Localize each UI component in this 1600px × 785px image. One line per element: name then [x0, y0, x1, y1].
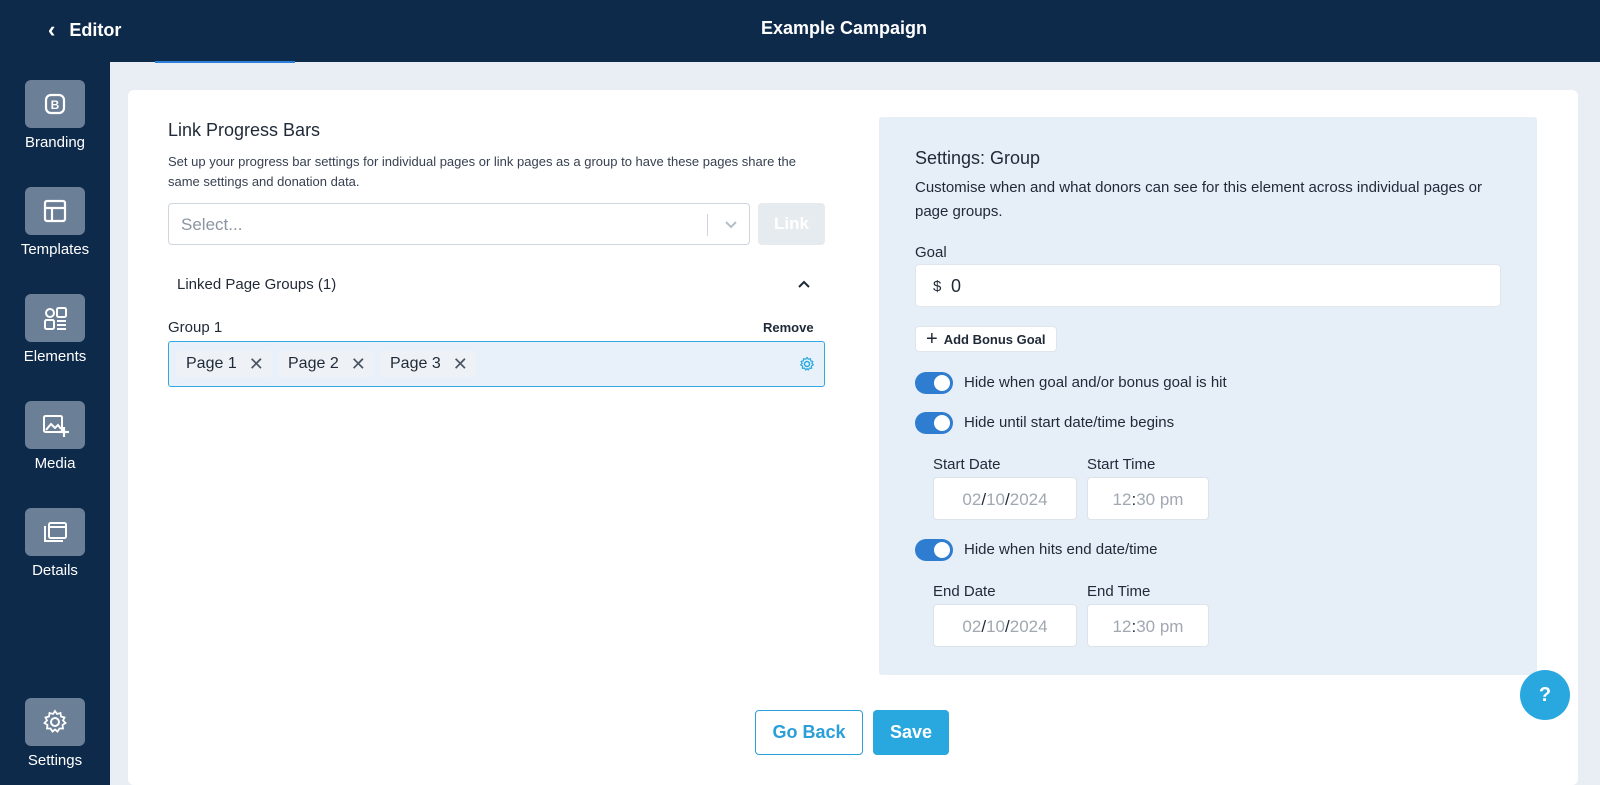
toggle-hide-until-start[interactable]: [915, 412, 953, 434]
section-description: Set up your progress bar settings for in…: [168, 154, 796, 189]
toggle-hide-end[interactable]: [915, 539, 953, 561]
media-icon: [25, 401, 85, 449]
close-icon[interactable]: ✕: [453, 355, 468, 373]
page-tag-label: Page 1: [186, 355, 237, 372]
toggle-label: Hide when hits end date/time: [964, 541, 1158, 558]
toggle-label: Hide when goal and/or bonus goal is hit: [964, 374, 1227, 391]
active-tab-indicator: [155, 61, 295, 63]
end-time-input[interactable]: 12:30 pm: [1087, 604, 1209, 647]
chevron-down-icon[interactable]: [721, 214, 741, 234]
end-minute: 30: [1136, 617, 1156, 636]
templates-icon: [25, 187, 85, 235]
start-date-input[interactable]: 02/10/2024: [933, 477, 1077, 520]
start-month: 10: [986, 490, 1005, 509]
page-tag: Page 2 ✕: [278, 351, 374, 377]
add-bonus-goal-label: Add Bonus Goal: [943, 331, 1046, 347]
sidebar-item-label: Templates: [20, 241, 90, 258]
toggle-hide-goal-hit[interactable]: [915, 372, 953, 394]
end-ampm: pm: [1159, 617, 1184, 636]
add-bonus-goal-button[interactable]: + Add Bonus Goal: [915, 326, 1057, 352]
sidebar-item-settings[interactable]: Settings: [0, 698, 110, 769]
end-year: 2024: [1009, 617, 1048, 636]
start-date-label: Start Date: [933, 456, 1001, 473]
end-date-input[interactable]: 02/10/2024: [933, 604, 1077, 647]
branding-icon: B: [25, 80, 85, 128]
start-year: 2024: [1009, 490, 1048, 509]
end-hour: 12: [1112, 617, 1132, 636]
elements-icon: [25, 294, 85, 342]
page-select-dropdown[interactable]: Select...: [168, 203, 750, 245]
page-tag-label: Page 3: [390, 355, 441, 372]
details-icon: [25, 508, 85, 556]
start-time-input[interactable]: 12:30 pm: [1087, 477, 1209, 520]
group-pages-field[interactable]: Page 1 ✕ Page 2 ✕ Page 3 ✕: [168, 341, 825, 387]
start-time-label: Start Time: [1087, 456, 1156, 473]
gear-icon: [25, 698, 85, 746]
end-time-label: End Time: [1087, 583, 1151, 600]
sidebar-item-label: Media: [34, 455, 76, 472]
sidebar-item-elements[interactable]: Elements: [0, 294, 110, 365]
close-icon[interactable]: ✕: [249, 355, 264, 373]
svg-text:B: B: [51, 98, 60, 112]
sidebar-item-label: Details: [32, 562, 78, 579]
help-button[interactable]: ?: [1520, 670, 1570, 720]
goal-input[interactable]: $ 0: [915, 264, 1501, 307]
start-day: 02: [962, 490, 982, 509]
linked-page-groups-label[interactable]: Linked Page Groups (1): [177, 276, 336, 293]
remove-group-button[interactable]: Remove: [763, 320, 814, 335]
currency-symbol: $: [933, 278, 942, 295]
page-tag: Page 1 ✕: [176, 351, 272, 377]
sidebar-item-templates[interactable]: Templates: [0, 187, 110, 258]
gear-icon[interactable]: [799, 356, 815, 372]
end-day: 02: [962, 617, 982, 636]
sidebar-item-media[interactable]: Media: [0, 401, 110, 472]
page-tag: Page 3 ✕: [380, 351, 476, 377]
close-icon[interactable]: ✕: [351, 355, 366, 373]
sidebar-item-details[interactable]: Details: [0, 508, 110, 579]
goal-label: Goal: [915, 244, 947, 261]
start-minute: 30: [1136, 490, 1156, 509]
sidebar-item-label: Elements: [23, 348, 87, 365]
link-button[interactable]: Link: [758, 203, 825, 245]
end-month: 10: [986, 617, 1005, 636]
sidebar-item-label: Settings: [27, 752, 83, 769]
page-tag-label: Page 2: [288, 355, 339, 372]
end-date-label: End Date: [933, 583, 996, 600]
sidebar-item-branding[interactable]: B Branding: [0, 80, 110, 151]
top-bar: ‹ Editor Example Campaign: [0, 0, 1600, 62]
chevron-up-icon[interactable]: [796, 276, 812, 292]
settings-description: Customise when and what donors can see f…: [915, 179, 1482, 220]
group-label: Group 1: [168, 319, 223, 336]
select-separator: [707, 214, 708, 236]
sidebar-item-label: Branding: [24, 134, 86, 151]
section-title: Link Progress Bars: [168, 120, 321, 140]
toggle-label: Hide until start date/time begins: [964, 414, 1175, 431]
start-ampm: pm: [1159, 490, 1184, 509]
plus-icon: +: [926, 328, 938, 350]
goal-value: 0: [951, 276, 962, 296]
start-hour: 12: [1112, 490, 1132, 509]
campaign-title: Example Campaign: [760, 18, 928, 38]
save-button[interactable]: Save: [873, 710, 949, 755]
go-back-button[interactable]: Go Back: [755, 710, 863, 755]
settings-title: Settings: Group: [915, 148, 1041, 168]
select-placeholder: Select...: [181, 215, 243, 234]
